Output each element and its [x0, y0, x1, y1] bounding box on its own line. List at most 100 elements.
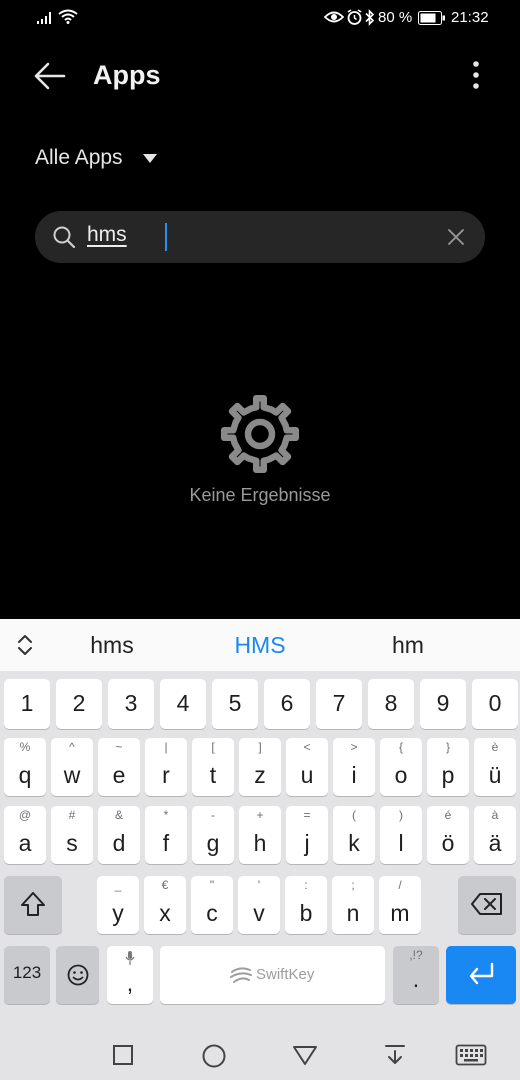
navigation-bar — [0, 1029, 520, 1080]
key-j[interactable]: = j — [286, 806, 328, 864]
key-d[interactable]: & d — [98, 806, 140, 864]
key-sub-label: ; — [351, 878, 355, 892]
search-input[interactable]: hms — [87, 223, 127, 247]
key-4[interactable]: 4 — [160, 679, 206, 729]
key-label: f — [162, 830, 170, 856]
caret-down-icon — [142, 153, 157, 163]
suggestion-2[interactable]: HMS — [210, 632, 310, 659]
key-q[interactable]: % q — [4, 738, 46, 796]
key-label: u — [300, 762, 314, 788]
more-vertical-icon — [473, 61, 479, 89]
key-sub-label: * — [163, 808, 169, 822]
more-options-button[interactable] — [466, 58, 486, 94]
key-h[interactable]: + h — [239, 806, 281, 864]
space-bar[interactable]: SwiftKey — [160, 946, 385, 1004]
key-sub-label: _ — [114, 878, 122, 892]
search-field[interactable]: hms — [35, 211, 485, 263]
key-2[interactable]: 2 — [56, 679, 102, 729]
key-ü[interactable]: èü — [474, 738, 516, 796]
back-nav-icon[interactable] — [292, 1044, 318, 1066]
key-k[interactable]: (k — [333, 806, 375, 864]
backspace-key[interactable] — [458, 876, 516, 934]
key-3[interactable]: 3 — [108, 679, 154, 729]
swiftkey-brand: SwiftKey — [256, 966, 315, 983]
switch-keyboard-icon[interactable] — [455, 1044, 487, 1066]
key-label: 4 — [176, 690, 190, 716]
enter-key[interactable] — [446, 946, 516, 1004]
key-sub-label: ^ — [69, 740, 75, 754]
key-label: ö — [441, 830, 455, 856]
key-i[interactable]: > i — [333, 738, 375, 796]
comma-key[interactable]: , — [107, 946, 153, 1004]
key-a[interactable]: @ a — [4, 806, 46, 864]
key-m[interactable]: / m — [379, 876, 421, 934]
key-label: r — [162, 762, 170, 788]
suggestion-3[interactable]: hm — [358, 632, 458, 659]
key-b[interactable]: :b — [285, 876, 327, 934]
battery-percentage: 80 % — [378, 9, 413, 26]
key-r[interactable]: | r — [145, 738, 187, 796]
key-sub-label: [ — [211, 740, 215, 754]
key-y[interactable]: _ y — [97, 876, 139, 934]
key-6[interactable]: 6 — [264, 679, 310, 729]
battery-icon — [418, 11, 445, 25]
key-x[interactable]: € x — [144, 876, 186, 934]
key-label: j — [304, 830, 310, 856]
key-7[interactable]: 7 — [316, 679, 362, 729]
page-title: Apps — [93, 60, 161, 90]
key-p[interactable]: } p — [427, 738, 469, 796]
app-filter-dropdown[interactable]: Alle Apps — [35, 142, 157, 174]
key-label: 2 — [72, 690, 86, 716]
key-label: s — [66, 830, 78, 856]
symbols-key[interactable]: 123 — [4, 946, 50, 1004]
emoji-key[interactable] — [56, 946, 99, 1004]
key-label: n — [346, 900, 360, 926]
clear-search-icon[interactable] — [444, 225, 468, 249]
back-button[interactable] — [32, 58, 72, 94]
key-8[interactable]: 8 — [368, 679, 414, 729]
shift-key[interactable] — [4, 876, 62, 934]
key-e[interactable]: ~ e — [98, 738, 140, 796]
key-label: 1 — [20, 690, 34, 716]
key-c[interactable]: " c — [191, 876, 233, 934]
key-n[interactable]: ; n — [332, 876, 374, 934]
period-key[interactable]: ,!? . — [393, 946, 439, 1004]
key-0[interactable]: 0 — [472, 679, 518, 729]
key-u[interactable]: < u — [286, 738, 328, 796]
hide-keyboard-icon[interactable] — [384, 1043, 406, 1067]
key-sub-label: # — [68, 808, 76, 822]
key-s[interactable]: # s — [51, 806, 93, 864]
key-t[interactable]: [t — [192, 738, 234, 796]
arrow-left-icon — [34, 62, 66, 90]
key-sub-label: & — [114, 808, 123, 822]
key-label: 5 — [228, 690, 242, 716]
expand-toolbar-icon[interactable] — [14, 632, 36, 658]
key-v[interactable]: ' v — [238, 876, 280, 934]
key-f[interactable]: * f — [145, 806, 187, 864]
key-1[interactable]: 1 — [4, 679, 50, 729]
key-ö[interactable]: éö — [427, 806, 469, 864]
alarm-icon — [347, 9, 362, 25]
key-w[interactable]: ^ w — [51, 738, 93, 796]
home-icon[interactable] — [201, 1043, 227, 1069]
key-sub-label: ] — [258, 740, 262, 754]
key-9[interactable]: 9 — [420, 679, 466, 729]
key-sub-label: ( — [352, 808, 356, 822]
key-label: a — [18, 830, 32, 856]
key-5[interactable]: 5 — [212, 679, 258, 729]
key-sub-label: è — [491, 740, 499, 754]
key-l[interactable]: ) l — [380, 806, 422, 864]
key-ä[interactable]: àä — [474, 806, 516, 864]
search-icon — [53, 226, 76, 249]
key-g[interactable]: -g — [192, 806, 234, 864]
period-key-label: . — [412, 966, 420, 992]
key-z[interactable]: ] z — [239, 738, 281, 796]
key-o[interactable]: {o — [380, 738, 422, 796]
key-sub-label: / — [398, 878, 402, 892]
key-label: c — [206, 900, 218, 926]
gear-icon — [220, 394, 300, 474]
key-label: y — [112, 900, 124, 926]
recent-apps-icon[interactable] — [112, 1044, 134, 1066]
suggestion-1[interactable]: hms — [62, 632, 162, 659]
comma-key-label: , — [126, 970, 134, 996]
